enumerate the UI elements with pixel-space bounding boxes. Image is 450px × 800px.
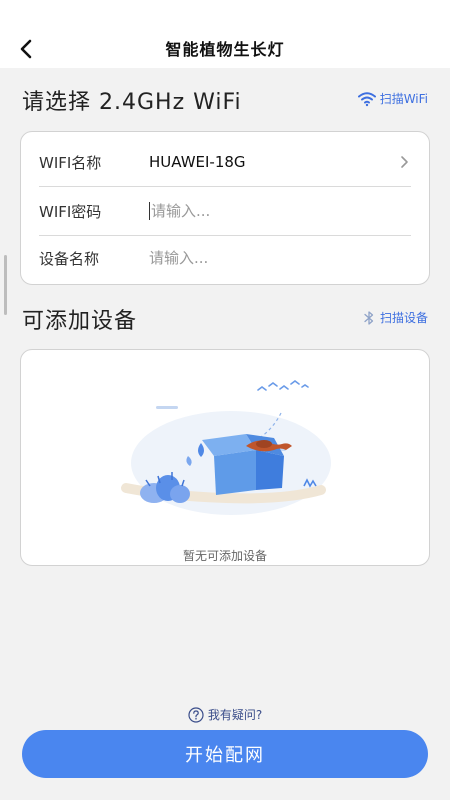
scan-device-label: 扫描设备 xyxy=(379,311,428,325)
chevron-right-icon xyxy=(401,156,408,168)
scan-wifi-label: 扫描WiFi xyxy=(379,92,428,106)
empty-box-illustration xyxy=(121,380,331,515)
wifi-form-card: WIFI名称 HUAWEI-18G WIFI密码 设备名称 xyxy=(20,131,430,285)
empty-state-text: 暂无可添加设备 xyxy=(182,549,267,563)
scan-wifi-button[interactable]: 扫描WiFi xyxy=(357,90,428,107)
question-circle-icon xyxy=(188,706,204,723)
wifi-name-row[interactable]: WIFI名称 HUAWEI-18G xyxy=(39,138,411,187)
start-pairing-button[interactable]: 开始配网 xyxy=(22,730,428,778)
device-list-card: 暂无可添加设备 xyxy=(20,349,430,566)
help-link[interactable]: 我有疑问? xyxy=(0,706,450,723)
bluetooth-icon xyxy=(364,310,374,325)
device-name-row: 设备名称 xyxy=(39,234,411,282)
wifi-password-label: WIFI密码 xyxy=(39,202,102,221)
help-label: 我有疑问? xyxy=(207,708,263,722)
scrollbar[interactable] xyxy=(4,255,7,315)
wifi-password-input[interactable] xyxy=(151,202,411,220)
app-header: 智能植物生长灯 xyxy=(0,0,450,68)
wifi-password-row: WIFI密码 xyxy=(39,187,411,236)
wifi-name-label: WIFI名称 xyxy=(39,153,102,172)
device-name-input[interactable] xyxy=(149,249,411,267)
page-title: 智能植物生长灯 xyxy=(165,40,285,59)
text-cursor xyxy=(149,202,150,220)
scan-device-button[interactable]: 扫描设备 xyxy=(362,309,428,326)
device-section-title: 可添加设备 xyxy=(22,309,138,334)
wifi-section-title: 请选择 2.4GHz WiFi xyxy=(22,90,242,115)
device-name-label: 设备名称 xyxy=(39,249,100,268)
wifi-name-value: HUAWEI-18G xyxy=(149,153,246,171)
wifi-icon xyxy=(357,91,376,106)
